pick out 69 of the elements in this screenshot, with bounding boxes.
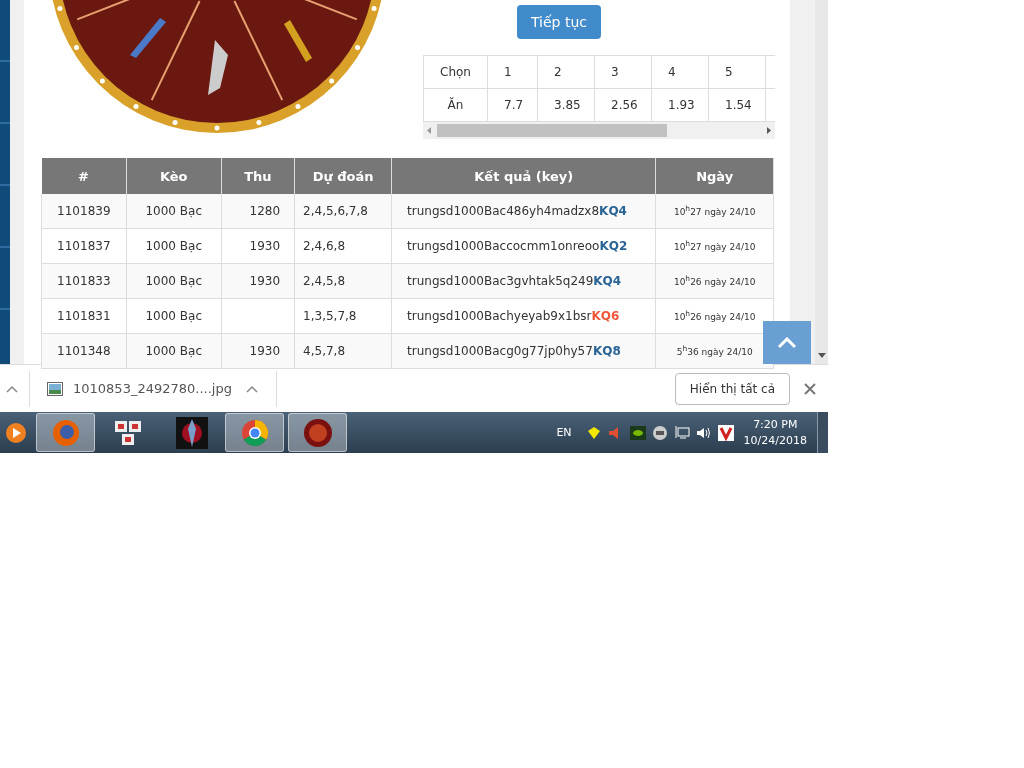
table-cell: 1101833 bbox=[41, 263, 127, 299]
table-cell: 1000 Bạc bbox=[126, 263, 222, 299]
column-header: Kết quả (key) bbox=[391, 158, 656, 194]
chevron-up-icon[interactable] bbox=[245, 384, 258, 393]
table-cell: 1101837 bbox=[41, 228, 127, 264]
table-cell: 1000 Bạc bbox=[126, 333, 222, 369]
game-app-icon[interactable] bbox=[288, 413, 347, 452]
table-cell: 2.56 bbox=[594, 88, 652, 122]
column-header: Thu bbox=[221, 158, 295, 194]
table-cell: 1000 Bạc bbox=[126, 298, 222, 334]
diamond-icon[interactable] bbox=[585, 425, 602, 440]
volume-icon[interactable] bbox=[695, 425, 712, 440]
show-all-button[interactable]: Hiển thị tất cả bbox=[674, 372, 790, 405]
column-header: Ngày bbox=[655, 158, 774, 194]
table-cell: trungsd1000Baccocmm1onreooKQ2 bbox=[391, 228, 656, 264]
row-header: Ăn bbox=[423, 88, 488, 122]
table-cell: 1 bbox=[487, 55, 538, 89]
table-cell: 2,4,5,6,7,8 bbox=[294, 194, 392, 229]
table-cell: trungsd1000Bacg0g77jp0hy57KQ8 bbox=[391, 333, 656, 369]
table-cell: 1101831 bbox=[41, 298, 127, 334]
continue-button[interactable]: Tiếp tục bbox=[517, 5, 601, 39]
show-desktop-button[interactable] bbox=[817, 412, 828, 453]
language-indicator[interactable]: EN bbox=[556, 426, 572, 439]
table-cell: 1000 Bạc bbox=[126, 228, 222, 264]
clock[interactable]: 7:20 PM 10/24/2018 bbox=[743, 416, 807, 449]
table-cell: 1930 bbox=[221, 333, 295, 369]
table-cell: 10$^{h}$26 ngày 24/10 bbox=[655, 263, 774, 299]
column-header: Kèo bbox=[126, 158, 222, 194]
column-header: Dự đoán bbox=[294, 158, 392, 194]
table-cell: trungsd1000Bac3gvhtak5q249KQ4 bbox=[391, 263, 656, 299]
table-cell: 1280 bbox=[221, 194, 295, 229]
table-cell: 2,4,6,8 bbox=[294, 228, 392, 264]
chevron-up-icon[interactable] bbox=[6, 384, 18, 393]
horizontal-scrollbar[interactable] bbox=[423, 122, 775, 139]
table-cell: 1930 bbox=[221, 228, 295, 264]
table-cell: 4,5,7,8 bbox=[294, 333, 392, 369]
scroll-left-icon[interactable] bbox=[427, 127, 431, 134]
antivirus-icon[interactable] bbox=[717, 424, 734, 441]
table-cell: 1.54 bbox=[708, 88, 766, 122]
chevron-up-icon bbox=[777, 336, 797, 349]
graphics-driver-icon[interactable] bbox=[629, 425, 646, 440]
table-cell: trungsd1000Bachyeyab9x1bsrKQ6 bbox=[391, 298, 656, 334]
download-file-name[interactable]: 1010853_2492780....jpg bbox=[73, 381, 232, 396]
table-cell: 7.7 bbox=[487, 88, 538, 122]
table-cell: 2 bbox=[537, 55, 595, 89]
scroll-right-icon[interactable] bbox=[767, 127, 771, 134]
table-cell: 10$^{h}$27 ngày 24/10 bbox=[655, 228, 774, 264]
network-icon[interactable] bbox=[673, 425, 690, 440]
close-icon[interactable] bbox=[804, 382, 816, 395]
table-cell: 1101348 bbox=[41, 333, 127, 369]
row-header: Chọn bbox=[423, 55, 488, 89]
table-cell: 1.93 bbox=[651, 88, 709, 122]
column-header: # bbox=[41, 158, 127, 194]
table-cell: 1,3,5,7,8 bbox=[294, 298, 392, 334]
table-cell: trungsd1000Bac486yh4madzx8KQ4 bbox=[391, 194, 656, 229]
table-cell: 1000 Bạc bbox=[126, 194, 222, 229]
table-cell: 3 bbox=[594, 55, 652, 89]
table-cell: 10$^{h}$27 ngày 24/10 bbox=[655, 194, 774, 229]
image-file-icon bbox=[47, 381, 63, 396]
table-cell: 3.85 bbox=[537, 88, 595, 122]
scroll-down-icon[interactable] bbox=[817, 353, 826, 358]
table-cell: 5 bbox=[708, 55, 766, 89]
table-cell: 1930 bbox=[221, 263, 295, 299]
table-cell: 4 bbox=[651, 55, 709, 89]
vertical-scrollbar[interactable] bbox=[815, 0, 828, 364]
back-to-top-button[interactable] bbox=[763, 321, 811, 364]
table-cell: 2,4,5,8 bbox=[294, 263, 392, 299]
table-cell: 1101839 bbox=[41, 194, 127, 229]
firefox-icon[interactable] bbox=[36, 413, 95, 452]
